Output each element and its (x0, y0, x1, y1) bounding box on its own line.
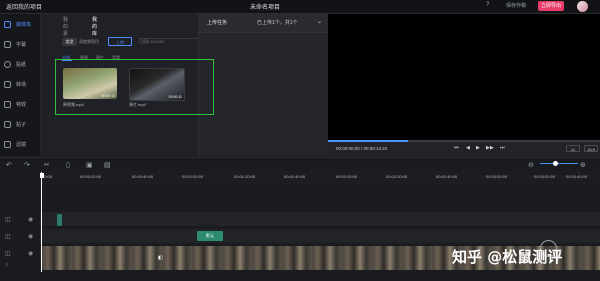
nav-item-transition[interactable]: 转场 (0, 76, 40, 96)
ruler-tick: 00:02:20:00 (386, 174, 408, 179)
upload-panel-header: 上传任务 已上传1个，共1个 ⌄ (198, 14, 328, 33)
clip-duration: 00:00:13 (101, 94, 115, 98)
zoom-in-icon[interactable]: ⊕ (580, 161, 586, 169)
nav-label: 字幕 (16, 42, 27, 48)
effect-icon (4, 101, 11, 108)
save-status: 保存作稿 (506, 3, 527, 9)
preview-screen[interactable] (328, 14, 600, 140)
nav-item-subtitle[interactable]: 字幕 (0, 36, 40, 56)
nav-label: 贴纸 (16, 62, 27, 68)
tab-my-library[interactable]: 我的库 (92, 16, 97, 37)
playhead-handle[interactable] (40, 173, 44, 178)
zoom-slider-knob[interactable] (553, 161, 558, 166)
volume-icon[interactable]: ♪ (5, 262, 8, 268)
fast-forward-icon[interactable]: ▶▶ (486, 145, 494, 151)
left-nav: 媒体库 字幕 贴纸 转场 特效 贴子 滤镜 (0, 14, 41, 156)
ruler-tick: 00:01:40:00 (284, 174, 306, 179)
media-icon (4, 21, 11, 28)
prev-frame-icon[interactable]: ⏮ (454, 145, 459, 151)
effect-clip[interactable] (57, 214, 62, 226)
trash-icon[interactable]: ▣ (86, 161, 93, 169)
filter-icon (4, 141, 11, 148)
effect-track[interactable] (40, 212, 600, 226)
nav-label: 贴子 (16, 122, 27, 128)
storage-usage: 已用0.1G/10G (139, 39, 165, 44)
back-to-projects-link[interactable]: 返回我的项目 (6, 2, 42, 11)
nav-item-media[interactable]: 媒体库 (0, 16, 40, 36)
clip-split-marker: ◧ (158, 255, 163, 261)
post-icon (4, 121, 11, 128)
text-track[interactable] (40, 229, 600, 243)
upload-status: 已上传1个，共1个 (257, 20, 298, 26)
sticker-icon (4, 61, 11, 68)
ruler-tick: 00:02:00:00 (336, 174, 358, 179)
clip-duration: 00:00:11 (168, 95, 182, 99)
nav-label: 特效 (16, 102, 27, 108)
export-button[interactable]: 立即导出 (538, 1, 564, 11)
aspect-ratio-button[interactable]: 16:9 (584, 145, 598, 152)
ruler-tick: 00:03:00:00 (486, 174, 508, 179)
track-lock-icon[interactable]: ◫ (5, 216, 11, 223)
help-icon[interactable]: ? (486, 2, 489, 8)
type-filter-button[interactable]: 类型 (62, 38, 77, 46)
media-grid: 00:00:13 00:00:11 原视频.mp4 原片.mp4 (55, 59, 214, 115)
track-lock-icon[interactable]: ◫ (5, 233, 11, 240)
top-bar: 返回我的项目 未命名项目 ? 保存作稿 立即导出 (0, 0, 600, 14)
project-title[interactable]: 未命名项目 (250, 2, 280, 11)
text-clip[interactable]: 默认 (197, 231, 223, 241)
upload-panel (198, 14, 329, 156)
ruler-tick: 00:01:20:00 (234, 174, 256, 179)
nav-label: 滤镜 (16, 142, 27, 148)
nav-item-post[interactable]: 贴子 (0, 116, 40, 136)
clip-name: 原片.mp4 (129, 102, 146, 107)
ruler-tick: 00:01:00:00 (182, 174, 204, 179)
media-clip-thumbnail[interactable]: 00:00:13 (63, 68, 117, 99)
zoom-out-icon[interactable]: ⊖ (528, 161, 534, 169)
avatar[interactable] (577, 1, 588, 12)
transition-icon (4, 81, 11, 88)
redo-icon[interactable]: ↷ (24, 161, 30, 169)
caption-icon[interactable]: ▤ (104, 161, 111, 169)
delete-icon[interactable]: ▯ (66, 161, 70, 169)
playhead[interactable] (41, 172, 42, 272)
subtitle-icon (4, 41, 11, 48)
nav-label: 媒体库 (16, 22, 32, 28)
media-clip-thumbnail[interactable]: 00:00:11 (129, 68, 185, 101)
nav-item-filter[interactable]: 滤镜 (0, 136, 40, 156)
chevron-down-icon[interactable]: ⌄ (317, 18, 322, 25)
ruler-tick: 00:00:40:00 (132, 174, 154, 179)
split-icon[interactable]: ✂ (44, 161, 50, 169)
watermark-text: 知乎 @松鼠测评 (452, 248, 563, 266)
playback-bar: 00:00:00:00 / 00:00:13:22 ⏮ ◀ ▶ ▶▶ ⏭ 1x … (328, 140, 600, 156)
zoom-slider[interactable] (540, 163, 578, 164)
upload-panel-title: 上传任务 (207, 20, 228, 26)
undo-icon[interactable]: ↶ (6, 161, 12, 169)
ruler-tick: 00:03:40:00 (566, 174, 588, 179)
track-visibility-icon[interactable]: ◉ (28, 233, 33, 240)
track-visibility-icon[interactable]: ◉ (28, 250, 33, 257)
track-visibility-icon[interactable]: ◉ (28, 216, 33, 223)
rewind-icon[interactable]: ◀ (466, 145, 470, 151)
next-frame-icon[interactable]: ⏭ (500, 145, 505, 151)
clip-name: 原视频.mp4 (63, 102, 84, 107)
timeline-ruler[interactable]: 00:00 00:00:20:00 00:00:40:00 00:01:00:0… (40, 171, 600, 186)
timeline-toolbar: ↶ ↷ ✂ ▯ ▣ ▤ ⊖ ⊕ (0, 157, 600, 172)
ruler-tick: 00:02:40:00 (436, 174, 458, 179)
nav-item-sticker[interactable]: 贴纸 (0, 56, 40, 76)
ruler-tick: 00:03:20:00 (534, 174, 556, 179)
add-to-project-button[interactable]: 添加到项目 (79, 38, 101, 46)
upload-button[interactable]: 上传 (108, 37, 132, 46)
playback-time: 00:00:00:00 / 00:00:13:22 (336, 146, 388, 151)
speed-button[interactable]: 1x (566, 145, 580, 152)
nav-item-effect[interactable]: 特效 (0, 96, 40, 116)
track-lock-icon[interactable]: ◫ (5, 250, 11, 257)
ruler-tick: 00:00:20:00 (80, 174, 102, 179)
nav-label: 转场 (16, 82, 27, 88)
playback-progress (328, 140, 408, 142)
play-icon[interactable]: ▶ (476, 145, 480, 151)
